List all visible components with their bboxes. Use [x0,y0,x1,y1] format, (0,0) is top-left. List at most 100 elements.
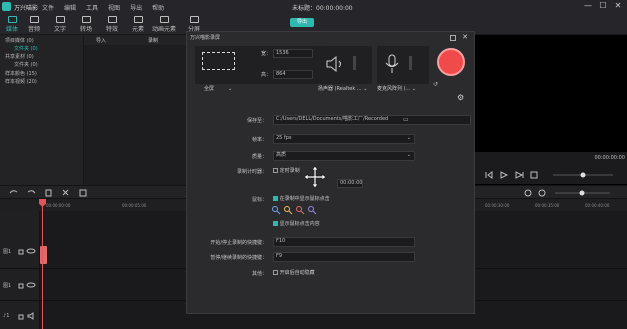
tool-transition[interactable]: 转场 [74,16,98,33]
speaker-icon[interactable] [325,56,345,72]
folder-icon[interactable]: ▭ [403,116,409,123]
quality-label: 质量： [251,154,267,160]
menu-tools[interactable]: 工具 [86,3,98,12]
menu-export[interactable]: 导出 [130,3,142,12]
dialog-close-button[interactable]: ✕ [462,33,468,41]
title-bar: 万兴喵影 文件 编辑 工具 视图 导出 帮助 未标题：00:00:00:00 —… [0,0,627,13]
library-item-shared-folder[interactable]: 文件夹 (0) [14,61,38,68]
zoom-slider[interactable] [520,188,620,198]
chevron-down-icon: ⌄ [406,135,411,141]
ruler-label: 00:00:05:00 [122,203,147,208]
speaker-select[interactable]: 扬声器 (Realtek ... ⌄ [318,85,367,92]
pause-resume-hotkey-input[interactable]: F9 [273,252,415,262]
checkbox-icon [273,270,278,275]
menu-view[interactable]: 视图 [108,3,120,12]
transition-icon [81,16,91,23]
minimize-button[interactable]: — [583,1,593,11]
preview-timecode: 00:00:00:00 [594,155,625,161]
close-button[interactable]: ✕ [613,1,623,11]
tool-elements[interactable]: 元素 [126,16,150,33]
tool-audio[interactable]: 音频 [22,16,46,33]
show-click-content-checkbox[interactable]: 显示鼠标点击内容 [273,220,320,227]
start-stop-hotkey-input[interactable]: F10 [273,237,415,247]
playback-controls-icon[interactable] [483,170,623,180]
checkbox-checked-icon [273,196,278,201]
save-to-input[interactable]: C:/Users/DELL/Documents/喵影工厂/Recorded [273,115,471,125]
library-item-sample-videos[interactable]: 样本视频 (20) [5,78,37,85]
media-panel [84,35,186,185]
framerate-select[interactable]: 25 fps ⌄ [273,134,415,144]
import-button[interactable]: 导入 [96,37,106,44]
speaker-level-meter [353,56,356,70]
video-track-label: 图1 [3,249,12,255]
capture-region-icon[interactable] [202,52,235,70]
library-item-sample-colors[interactable]: 样本颜色 (15) [5,70,37,77]
menu-file[interactable]: 文件 [42,3,54,12]
playhead[interactable] [42,199,43,329]
ruler-label: 00:00:35:00 [535,203,560,208]
chevron-down-icon: ⌄ [228,86,233,92]
framerate-label: 帧率： [251,137,267,143]
timer-icon: ↺ [433,81,439,88]
other-label: 其他： [251,271,267,277]
record-menu-button[interactable]: 录制 [148,37,158,44]
screen-recorder-dialog: 万兴喵影录屏 ✕ 全屏 ⌄ 宽： 1536 高： 864 扬声器 (Realtek… [186,31,475,314]
ruler-label: 00:00:00:00 [46,203,71,208]
record-timer-input[interactable]: 00:00:00 [337,179,363,188]
app-logo-icon [2,2,11,11]
record-button[interactable] [437,48,465,76]
split-screen-icon [189,16,199,23]
auto-hide-checkbox[interactable]: 开启后自动隐藏 [273,269,315,276]
height-label: 高： [260,72,271,78]
export-button[interactable]: 导出 [290,18,314,27]
library-item-folder[interactable]: 文件夹 (0) [14,45,38,52]
microphone-select[interactable]: 麦克风阵列 (... ⌄ [377,85,416,92]
start-stop-hotkey-label: 开始/停止录制的快捷键： [210,240,267,246]
library-item-project-media[interactable]: 项目媒体 (0) [5,37,34,44]
track-lock-volume-icon[interactable] [18,312,38,320]
width-label: 宽： [260,51,271,57]
track-lock-eye-icon[interactable] [18,247,38,255]
ruler-label: 00:00:30:00 [485,203,510,208]
chevron-down-icon: ⌄ [406,152,411,158]
chevron-down-icon: ⌄ [411,86,417,92]
show-mouse-clicks-checkbox[interactable]: 在录制中显示鼠标点击 [273,195,330,202]
tool-animated-elements[interactable]: 动画元素 [152,16,176,33]
menu-bar: 文件 编辑 工具 视图 导出 帮助 [42,3,164,12]
project-title: 未标题：00:00:00:00 [292,5,353,12]
width-input[interactable]: 1536 [273,49,313,58]
effects-icon [107,16,117,23]
maximize-button[interactable]: ☐ [598,1,608,11]
preview-controls [475,166,627,184]
tool-media[interactable]: 媒体 [0,16,24,33]
dialog-maximize-button[interactable] [450,35,456,41]
settings-gear-icon[interactable]: ⚙ [457,93,464,102]
tool-text[interactable]: 文字 [48,16,72,33]
audio-track-label: ♪1 [3,313,10,319]
checkbox-icon [273,168,278,173]
track-lock-eye-icon[interactable] [18,281,38,289]
dialog-title: 万兴喵影录屏 [190,35,221,41]
media-icon [7,16,17,23]
pause-resume-hotkey-label: 暂停/继续录制的快捷键： [210,255,267,261]
menu-edit[interactable]: 编辑 [64,3,76,12]
text-icon [55,16,65,23]
app-name: 万兴喵影 [14,5,39,12]
audio-icon [29,16,39,23]
media-panel-toolbar: 导入 录制 [84,35,186,45]
mic-level-meter [409,56,412,70]
mouse-label: 鼠标： [251,197,267,203]
record-timer-checkbox[interactable]: 定时录制 [273,167,300,174]
tool-effects[interactable]: 特效 [100,16,124,33]
chevron-down-icon: ⌄ [363,86,368,92]
library-item-shared-media[interactable]: 共享素材 (0) [5,53,34,60]
microphone-icon[interactable] [385,54,399,74]
timeline-tools-icon[interactable] [8,188,98,198]
height-input[interactable]: 864 [273,70,313,79]
menu-help[interactable]: 帮助 [152,3,164,12]
cursor-style-options[interactable] [271,205,321,215]
capture-mode-select[interactable]: 全屏 ⌄ [204,85,232,92]
video-track-label: 图1 [3,283,12,289]
checkbox-checked-icon [273,221,278,226]
quality-select[interactable]: 高质 ⌄ [273,151,415,161]
